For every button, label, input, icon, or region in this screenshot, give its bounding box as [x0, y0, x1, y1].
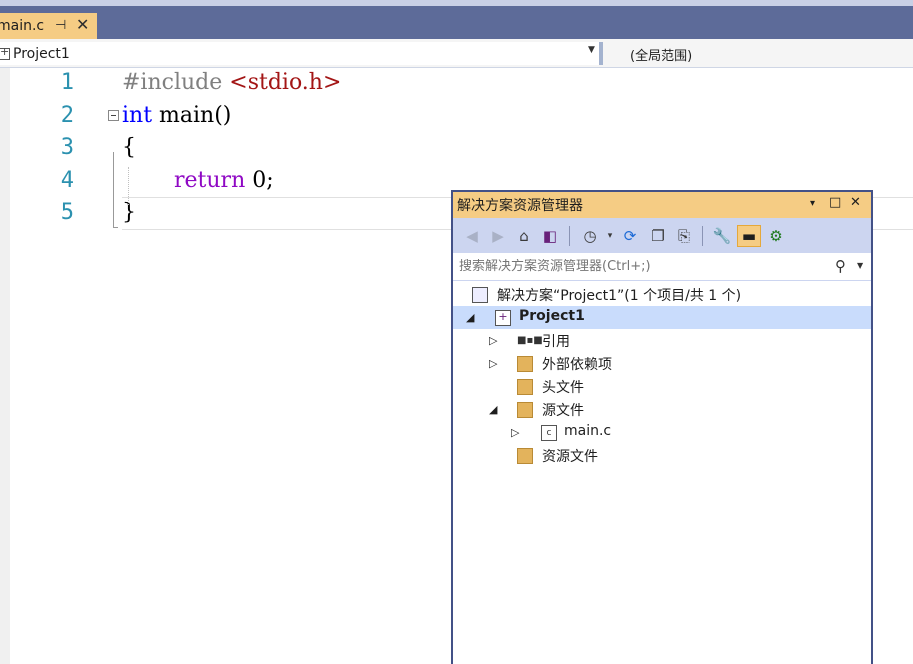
tree-item-label: 解决方案“Project1”(1 个项目/共 1 个): [497, 288, 742, 304]
keyword: int: [122, 103, 153, 128]
keyword: return: [174, 168, 246, 193]
tree-item-label: 头文件: [542, 380, 584, 396]
fold-guide: [113, 152, 114, 227]
chevron-down-icon[interactable]: ▾: [599, 225, 621, 247]
tree-item-label: 外部依赖项: [542, 357, 612, 373]
indent-guide: [128, 167, 129, 205]
filter-folder-icon: [517, 448, 533, 464]
properties-wrench-icon[interactable]: 🔧: [711, 225, 733, 247]
code-line: 2 int main(): [0, 101, 913, 133]
tree-item-project[interactable]: ◢ + Project1: [453, 306, 871, 329]
code-text: int main(): [122, 103, 231, 128]
code-text: return 0;: [174, 168, 274, 193]
code-line: 3 {: [0, 133, 913, 165]
line-number: 5: [60, 200, 74, 225]
pin-icon[interactable]: ⊣: [55, 18, 66, 33]
back-icon[interactable]: ◀: [461, 225, 483, 247]
collapse-all-icon[interactable]: ❐: [647, 225, 669, 247]
code-rest: main(): [152, 103, 232, 128]
code-text: {: [122, 135, 136, 160]
project-icon: +: [495, 310, 511, 326]
line-number: 2: [60, 103, 74, 128]
expanded-arrow-icon[interactable]: ◢: [466, 311, 474, 324]
solution-explorer-panel: 解决方案资源管理器 ▾ □ ✕ ◀ ▶ ⌂ ◧ ◷ ▾ ⟳ ❐ ⎘ 🔧 ▬ ⚙ …: [451, 190, 873, 664]
preprocessor-directive: #include: [122, 70, 230, 95]
collapse-toggle-icon[interactable]: [108, 110, 119, 121]
tree-item-resource-files[interactable]: 资源文件: [453, 444, 871, 467]
tree-item-main-c[interactable]: ▷ c main.c: [453, 421, 871, 444]
filter-folder-icon: [517, 402, 533, 418]
references-icon: ■▪■: [517, 335, 543, 346]
external-deps-icon: [517, 356, 533, 372]
toolbar-separator: [569, 226, 570, 246]
scope-dropdown[interactable]: (全局范围): [630, 45, 692, 64]
refresh-icon[interactable]: ⟳: [619, 225, 641, 247]
chevron-down-icon[interactable]: ▼: [588, 45, 595, 55]
panel-title: 解决方案资源管理器: [457, 198, 583, 214]
collapsed-arrow-icon[interactable]: ▷: [489, 357, 497, 370]
tree-item-source-files[interactable]: ◢ 源文件: [453, 398, 871, 421]
collapsed-arrow-icon[interactable]: ▷: [511, 426, 519, 439]
solution-icon: [472, 287, 488, 303]
c-file-icon: c: [541, 425, 557, 441]
project-icon: [0, 45, 10, 60]
line-number: 3: [60, 135, 74, 160]
line-number: 1: [60, 70, 74, 95]
tab-main-c[interactable]: main.c ⊣ ✕: [0, 13, 97, 39]
search-icon[interactable]: ⚲: [835, 257, 846, 275]
include-path: <stdio.h>: [229, 70, 342, 95]
dropdown-menu-icon[interactable]: ▾: [810, 198, 815, 209]
forward-icon[interactable]: ▶: [487, 225, 509, 247]
solution-explorer-toolbar: ◀ ▶ ⌂ ◧ ◷ ▾ ⟳ ❐ ⎘ 🔧 ▬ ⚙: [453, 218, 871, 253]
maximize-icon[interactable]: □: [829, 195, 841, 210]
project-dropdown-label: Project1: [13, 45, 70, 62]
solution-explorer-title-bar[interactable]: 解决方案资源管理器 ▾ □ ✕: [453, 192, 871, 218]
filter-folder-icon: [517, 379, 533, 395]
tree-item-references[interactable]: ▷ ■▪■ 引用: [453, 329, 871, 352]
tab-label: main.c: [0, 18, 45, 34]
show-all-files-icon[interactable]: ⎘: [673, 225, 695, 247]
project-dropdown[interactable]: Project1 ▼: [0, 42, 603, 65]
fold-guide-end: [113, 227, 118, 228]
tree-item-header-files[interactable]: 头文件: [453, 375, 871, 398]
collapsed-arrow-icon[interactable]: ▷: [489, 334, 497, 347]
class-view-icon[interactable]: ⚙: [765, 225, 787, 247]
tree-item-solution[interactable]: 解决方案“Project1”(1 个项目/共 1 个): [453, 283, 871, 306]
switch-views-icon[interactable]: ◧: [539, 225, 561, 247]
pending-changes-filter-icon[interactable]: ◷: [579, 225, 601, 247]
toolbar-separator: [702, 226, 703, 246]
close-icon[interactable]: ✕: [76, 15, 89, 34]
preview-selected-items-icon[interactable]: ▬: [737, 225, 761, 247]
tree-item-label: Project1: [519, 308, 585, 324]
navigation-bar: Project1 ▼ (全局范围): [0, 39, 913, 68]
solution-explorer-search: ⚲ ▼: [453, 253, 871, 281]
tree-item-label: 资源文件: [542, 449, 598, 465]
search-input[interactable]: [459, 259, 829, 274]
home-icon[interactable]: ⌂: [513, 225, 535, 247]
expanded-arrow-icon[interactable]: ◢: [489, 403, 497, 416]
tree-item-label: main.c: [564, 423, 612, 439]
code-text: }: [122, 200, 136, 225]
chevron-down-icon[interactable]: ▼: [857, 261, 863, 270]
tree-item-label: 源文件: [542, 403, 584, 419]
document-tab-bar: main.c ⊣ ✕: [0, 6, 913, 39]
code-rest: 0;: [245, 168, 274, 193]
close-icon[interactable]: ✕: [850, 195, 861, 210]
line-number: 4: [60, 168, 74, 193]
code-text: #include <stdio.h>: [122, 70, 341, 95]
code-line: 1 #include <stdio.h>: [0, 68, 913, 100]
tree-item-external-deps[interactable]: ▷ 外部依赖项: [453, 352, 871, 375]
tree-item-label: 引用: [542, 334, 570, 350]
